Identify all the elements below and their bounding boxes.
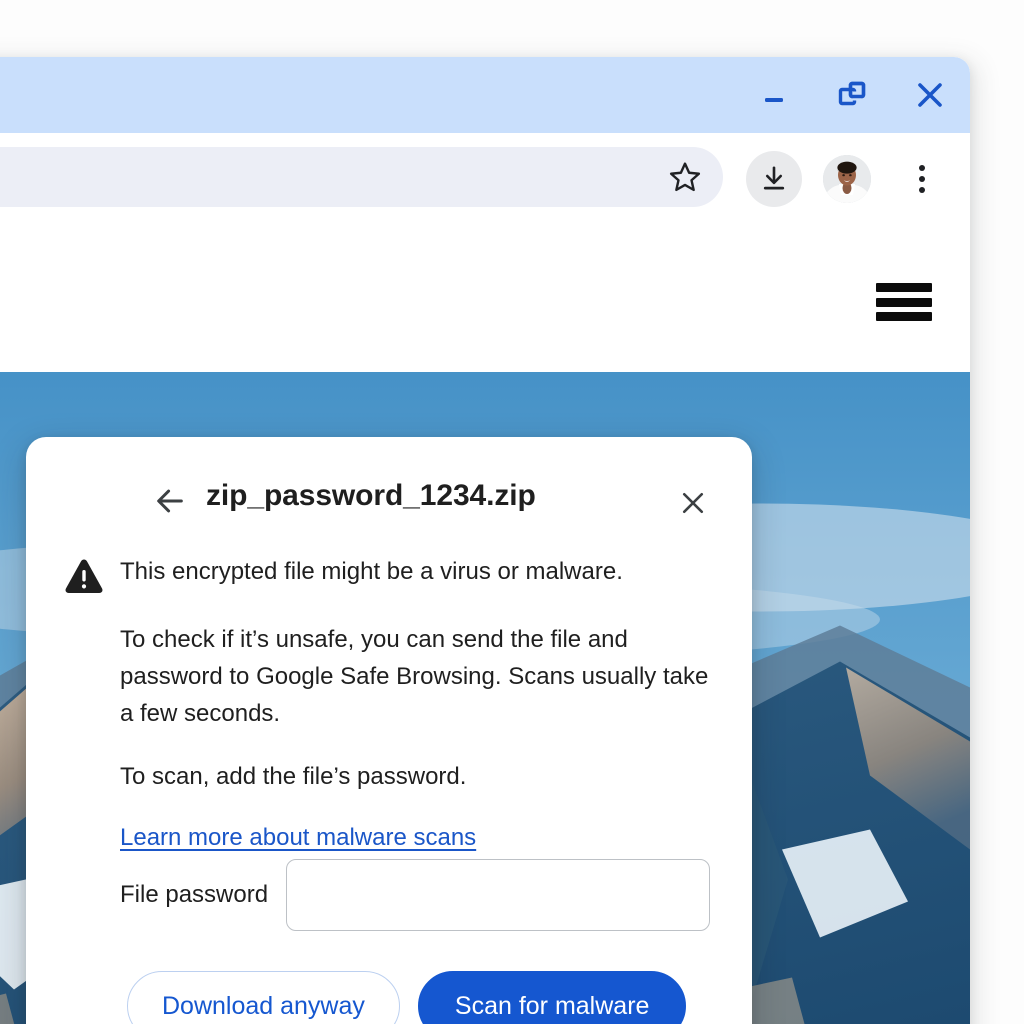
three-dot-menu-icon-dot-3 (919, 187, 925, 193)
download-anyway-button[interactable]: Download anyway (127, 971, 400, 1024)
close-icon (678, 488, 708, 518)
dialog-close-button[interactable] (671, 481, 715, 525)
avatar-photo-icon (823, 155, 871, 203)
file-password-label: File password (120, 881, 268, 909)
three-dot-menu-icon (919, 165, 925, 171)
dialog-back-button[interactable] (146, 477, 194, 525)
dialog-paragraph-1: To check if it’s unsafe, you can send th… (26, 621, 752, 732)
warning-message: This encrypted file might be a virus or … (120, 555, 752, 589)
dialog-paragraph-2: To scan, add the file’s password. (26, 758, 752, 795)
password-field-row: File password (26, 855, 752, 935)
warning-triangle-icon (64, 557, 104, 595)
downloads-button[interactable] (746, 151, 802, 207)
dialog-header: zip_password_1234.zip (26, 437, 752, 557)
close-icon (914, 79, 946, 111)
back-arrow-icon (153, 484, 187, 518)
hamburger-menu-icon[interactable] (876, 279, 932, 325)
window-controls (748, 57, 956, 133)
three-dot-menu-icon-dot-2 (919, 176, 925, 182)
screenshot-stage: zip_password_1234.zip (0, 0, 1024, 1024)
scan-for-malware-button[interactable]: Scan for malware (418, 971, 687, 1024)
download-warning-dialog: zip_password_1234.zip (26, 437, 752, 1024)
dialog-actions: Download anyway Scan for malware (26, 971, 752, 1024)
site-header (0, 217, 970, 373)
page-content: zip_password_1234.zip (0, 217, 970, 1024)
restore-window-icon (837, 80, 867, 110)
minimize-button[interactable] (748, 69, 800, 121)
download-icon (759, 164, 789, 194)
address-bar[interactable] (0, 147, 723, 207)
minimize-icon (761, 82, 787, 108)
star-icon (668, 160, 702, 194)
restore-window-button[interactable] (826, 69, 878, 121)
close-window-button[interactable] (904, 69, 956, 121)
file-password-input[interactable] (286, 859, 710, 931)
bookmark-button[interactable] (665, 157, 705, 197)
window-titlebar (0, 57, 970, 133)
browser-menu-button[interactable] (898, 153, 946, 205)
dialog-title: zip_password_1234.zip (206, 479, 536, 513)
profile-avatar[interactable] (823, 155, 871, 203)
learn-more-row: Learn more about malware scans (26, 821, 752, 855)
dialog-body: This encrypted file might be a virus or … (26, 555, 752, 855)
learn-more-link[interactable]: Learn more about malware scans (120, 824, 476, 851)
warning-row: This encrypted file might be a virus or … (26, 555, 752, 599)
browser-window: zip_password_1234.zip (0, 57, 970, 1024)
browser-toolbar (0, 133, 970, 217)
